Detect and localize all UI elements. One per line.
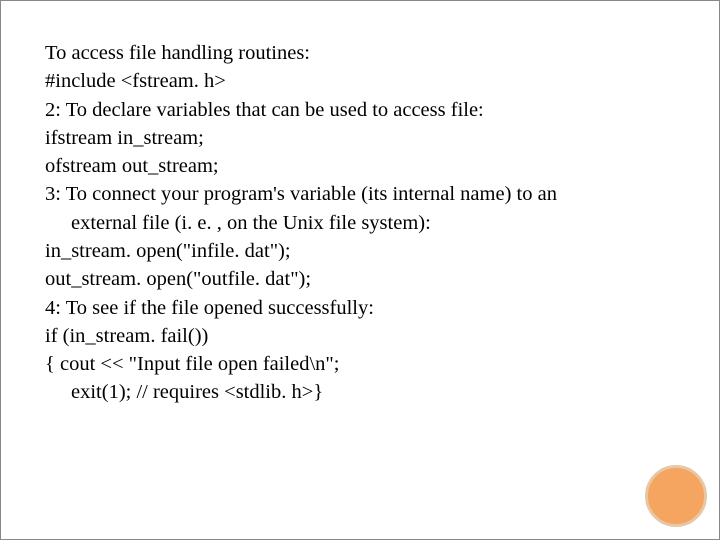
slide-body: To access file handling routines: #inclu… (45, 39, 691, 407)
accent-circle-icon (645, 465, 707, 527)
line-3: 2: To declare variables that can be used… (45, 96, 691, 124)
line-8: in_stream. open("infile. dat"); (45, 237, 691, 265)
line-4: ifstream in_stream; (45, 124, 691, 152)
slide: To access file handling routines: #inclu… (0, 0, 720, 540)
line-11: if (in_stream. fail()) (45, 322, 691, 350)
line-2: #include <fstream. h> (45, 67, 691, 95)
line-6: 3: To connect your program's variable (i… (45, 180, 691, 208)
line-9: out_stream. open("outfile. dat"); (45, 265, 691, 293)
line-7: external file (i. e. , on the Unix file … (45, 209, 691, 237)
line-1: To access file handling routines: (45, 39, 691, 67)
line-12: { cout << "Input file open failed\n"; (45, 350, 691, 378)
line-10: 4: To see if the file opened successfull… (45, 294, 691, 322)
line-5: ofstream out_stream; (45, 152, 691, 180)
line-13: exit(1); // requires <stdlib. h>} (45, 378, 691, 406)
